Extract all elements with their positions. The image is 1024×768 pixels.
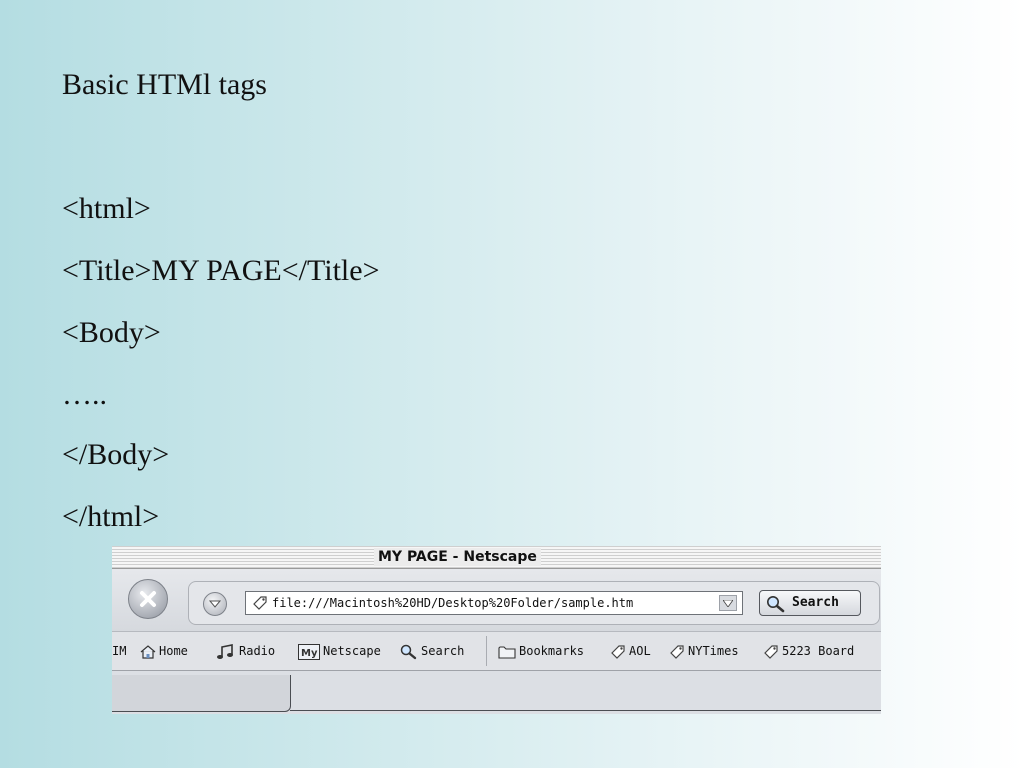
- tab-baseline: [290, 710, 881, 711]
- toolbar-item-label: Radio: [239, 644, 276, 658]
- toolbar-item-search[interactable]: Search: [400, 643, 464, 660]
- url-text: file:///Macintosh%20HD/Desktop%20Folder/…: [272, 596, 634, 610]
- slide-title: Basic HTMl tags: [62, 68, 267, 101]
- stop-button[interactable]: [128, 579, 168, 619]
- code-line-html-close: </html>: [62, 500, 160, 533]
- toolbar-item-radio[interactable]: Radio: [216, 643, 275, 660]
- page-proxy-icon: [253, 596, 267, 610]
- magnifier-icon: [767, 596, 785, 613]
- toolbar-item-label: Netscape: [323, 644, 381, 658]
- personal-toolbar: IM Home Radio My Netscape Search Bookmar…: [112, 632, 881, 671]
- toolbar-item-label: Search: [421, 644, 465, 658]
- browser-tab[interactable]: [112, 675, 291, 712]
- window-titlebar[interactable]: MY PAGE - Netscape: [112, 546, 881, 569]
- location-bar-group: file:///Macintosh%20HD/Desktop%20Folder/…: [188, 581, 880, 625]
- url-input[interactable]: file:///Macintosh%20HD/Desktop%20Folder/…: [245, 591, 743, 615]
- code-line-ellipsis: …..: [62, 378, 107, 411]
- toolbar-item-label: AOL: [629, 644, 651, 658]
- stop-icon: [140, 591, 156, 607]
- code-line-body-close: </Body>: [62, 438, 170, 471]
- toolbar-item-im[interactable]: IM: [112, 643, 126, 659]
- bookmark-icon: [611, 644, 625, 659]
- bookmark-icon: [670, 644, 684, 659]
- navigation-toolbar: file:///Macintosh%20HD/Desktop%20Folder/…: [112, 569, 881, 632]
- toolbar-item-label: NYTimes: [688, 644, 739, 658]
- window-title: MY PAGE - Netscape: [374, 548, 541, 566]
- toolbar-item-label: Bookmarks: [519, 644, 585, 658]
- home-icon: [140, 644, 156, 659]
- svg-text:My: My: [301, 648, 318, 659]
- search-button[interactable]: Search: [759, 590, 861, 616]
- radio-icon: [217, 643, 233, 659]
- chevron-down-icon: [209, 600, 221, 608]
- search-button-label: Search: [792, 595, 839, 610]
- dropdown-arrow-icon: [723, 600, 733, 607]
- code-line-title: <Title>MY PAGE</Title>: [62, 254, 380, 287]
- history-dropdown-button[interactable]: [203, 592, 227, 616]
- url-dropdown-button[interactable]: [719, 595, 737, 611]
- toolbar-item-aol[interactable]: AOL: [610, 643, 651, 660]
- bookmark-icon: [764, 644, 778, 659]
- toolbar-item-label: Home: [159, 644, 188, 658]
- toolbar-item-label: IM: [112, 644, 127, 658]
- toolbar-item-bookmarks[interactable]: Bookmarks: [498, 643, 584, 659]
- browser-tab-area: [112, 671, 881, 714]
- toolbar-item-label: 5223 Board: [782, 644, 855, 658]
- search-icon: [400, 644, 417, 659]
- my-netscape-icon: My: [298, 643, 320, 660]
- netscape-browser-window: MY PAGE - Netscape file:///Macintosh%20H…: [112, 546, 881, 714]
- code-line-html-open: <html>: [62, 192, 151, 225]
- toolbar-item-netscape[interactable]: My Netscape: [298, 643, 381, 660]
- toolbar-item-home[interactable]: Home: [140, 643, 188, 659]
- toolbar-item-5223-board[interactable]: 5223 Board: [763, 643, 854, 660]
- folder-icon: [498, 645, 516, 659]
- toolbar-item-nytimes[interactable]: NYTimes: [669, 643, 739, 660]
- toolbar-separator: [486, 636, 487, 666]
- code-line-body-open: <Body>: [62, 316, 161, 349]
